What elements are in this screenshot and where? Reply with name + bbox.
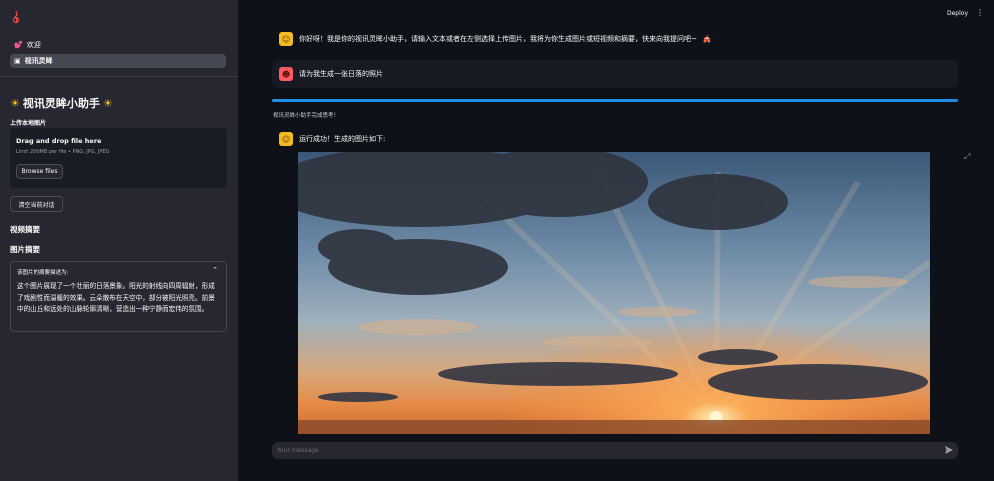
bot-avatar-icon: ☺ [279, 132, 293, 146]
image-summary-heading: 图片摘要 [10, 245, 40, 254]
user-message: ☻ 请为我生成一张日落的照片 [279, 67, 383, 81]
assistant-message: ☺ 你好呀！我是你的视讯灵眸小助手，请输入文本或者在左侧选择上传图片，我将为你生… [279, 32, 712, 46]
deploy-button[interactable]: Deploy [947, 10, 968, 17]
send-icon[interactable] [944, 445, 954, 455]
user-avatar-icon: ☻ [279, 67, 293, 81]
browse-files-button[interactable]: Browse files [16, 164, 63, 179]
hearts-icon: 💕 [14, 41, 23, 49]
nav-item-welcome[interactable]: 💕 欢迎 [10, 38, 226, 52]
screen-icon: ▣ [14, 57, 21, 65]
file-dropzone[interactable]: Drag and drop file here Limit 200MB per … [10, 128, 227, 188]
fullscreen-icon[interactable]: ⤢ [964, 152, 974, 162]
generated-sunset-image [298, 152, 930, 434]
upload-label: 上传本地图片 [10, 120, 47, 127]
sun-icon: ☀ [102, 96, 113, 110]
progress-bar [272, 99, 958, 102]
nav-divider [0, 76, 238, 77]
expander-body: 这个图片展现了一个壮丽的日落景象。阳光的射线向四周辐射，形成了戏剧性而温暖的效果… [17, 282, 215, 313]
nav-item-label: 欢迎 [26, 41, 41, 49]
circus-icon: 🎪 [702, 35, 712, 43]
user-message-text: 请为我生成一张日落的照片 [299, 70, 383, 78]
chevron-up-icon[interactable]: ⌃ [212, 266, 218, 274]
video-summary-heading: 视频摘要 [10, 225, 40, 234]
sun-icon: ☀ [10, 96, 20, 110]
clear-conversation-button[interactable]: 清空当前对话 [10, 196, 63, 212]
chat-message-input[interactable] [272, 442, 958, 459]
dropzone-title: Drag and drop file here [16, 137, 102, 145]
nav-item-label: 视讯灵眸 [24, 57, 53, 65]
streamlit-logo-icon[interactable] [10, 10, 22, 24]
assistant-result-message: ☺ 运行成功！生成的图片如下: [279, 132, 385, 146]
status-text: 视讯灵眸小助手完成思考！ [273, 113, 340, 119]
progress-fill [272, 99, 958, 102]
nav-item-video-eye[interactable]: ▣ 视讯灵眸 [10, 54, 226, 68]
sidebar: 💕 欢迎 ▣ 视讯灵眸 ☀ 视讯灵眸小助手 ☀ 上传本地图片 Drag and … [0, 0, 238, 481]
main-menu-icon[interactable]: ⋮ [976, 8, 984, 17]
sidebar-title-text: 视讯灵眸小助手 [22, 97, 100, 110]
bot-avatar-icon: ☺ [279, 32, 293, 46]
result-text: 运行成功！生成的图片如下: [299, 135, 386, 143]
image-summary-expander[interactable]: 该图片的摘要描述为: ⌃ 这个图片展现了一个壮丽的日落景象。阳光的射线向四周辐射… [10, 261, 227, 332]
sidebar-title: ☀ 视讯灵眸小助手 ☀ [10, 95, 113, 111]
dropzone-hint: Limit 200MB per file • PNG, JPG, JPEG [16, 149, 110, 155]
expander-header: 该图片的摘要描述为: [17, 270, 69, 276]
greeting-text: 你好呀！我是你的视讯灵眸小助手，请输入文本或者在左侧选择上传图片，我将为你生成图… [299, 35, 697, 43]
